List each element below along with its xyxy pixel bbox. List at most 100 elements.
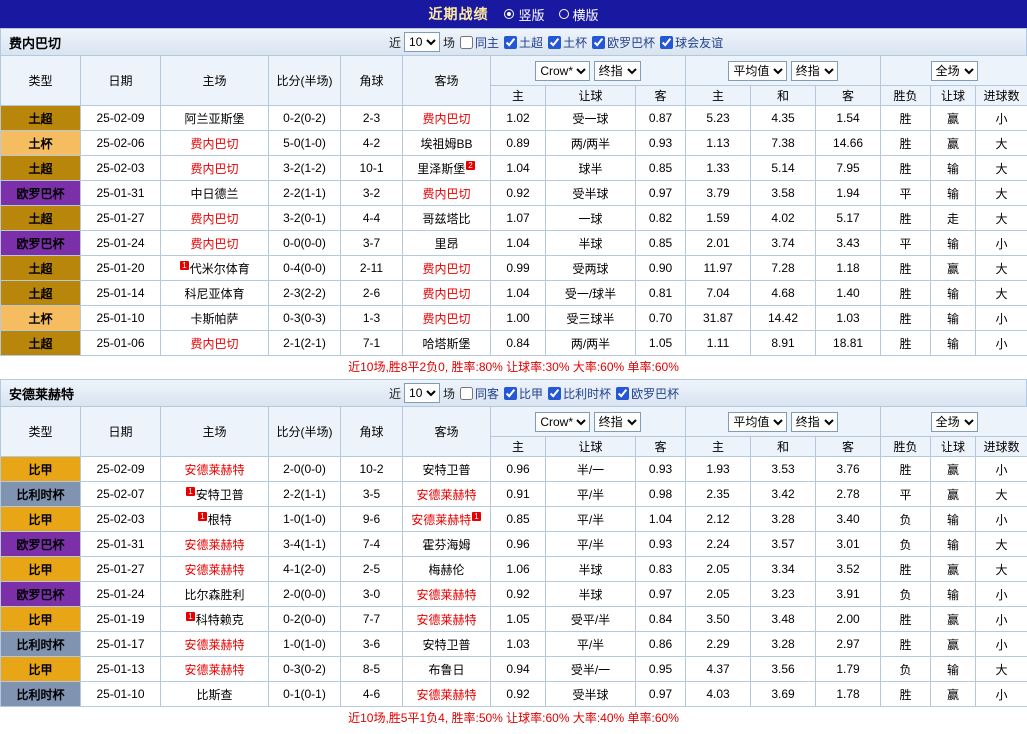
score-cell: 0-1(0-1) xyxy=(269,682,341,707)
match-row: 比利时杯25-02-071安特卫普2-2(1-1)3-5安德莱赫特0.91平/半… xyxy=(1,482,1027,507)
league-filter-1-checkbox[interactable] xyxy=(548,387,561,400)
avg-draw-cell: 3.28 xyxy=(751,632,816,657)
corner-cell: 7-7 xyxy=(341,607,403,632)
radio-vertical-view[interactable]: 竖版 xyxy=(504,5,544,24)
goals-result-cell: 大 xyxy=(976,256,1027,281)
odds-away-cell: 1.04 xyxy=(636,507,686,532)
goals-result-cell: 小 xyxy=(976,632,1027,657)
scope-select[interactable]: 全场 xyxy=(931,412,978,432)
odds-home-cell: 1.03 xyxy=(491,632,546,657)
avg-home-cell: 1.33 xyxy=(686,156,751,181)
league-filter-0[interactable]: 土超 xyxy=(504,34,543,51)
odds-source-select[interactable]: Crow* xyxy=(535,61,590,81)
sub-avg-home-header: 主 xyxy=(686,86,751,106)
handicap-cell: 受两球 xyxy=(546,256,636,281)
handicap-cell: 半球 xyxy=(546,231,636,256)
odds-away-cell: 0.85 xyxy=(636,231,686,256)
odds-group-header: Crow* 终指 xyxy=(491,407,686,437)
home-team-cell: 阿兰亚斯堡 xyxy=(161,106,269,131)
match-result-cell: 平 xyxy=(881,181,931,206)
match-date: 25-01-14 xyxy=(81,281,161,306)
odds-source-select[interactable]: Crow* xyxy=(535,412,590,432)
team-name: 费内巴切 xyxy=(190,337,238,351)
team-name: 根特 xyxy=(208,513,232,527)
odds-stage-select[interactable]: 终指 xyxy=(594,412,641,432)
handicap-result-cell: 输 xyxy=(931,306,976,331)
avg-group-header: 平均值 终指 xyxy=(686,407,881,437)
league-filter-0[interactable]: 比甲 xyxy=(504,385,543,402)
away-team-cell: 安德莱赫特1 xyxy=(403,507,491,532)
league-filter-2-checkbox[interactable] xyxy=(592,36,605,49)
same-venue-filter-checkbox[interactable] xyxy=(460,36,473,49)
games-label: 场 xyxy=(443,34,455,51)
goals-result-cell: 大 xyxy=(976,557,1027,582)
team-name: 埃祖姆BB xyxy=(420,137,472,151)
league-filter-2-checkbox[interactable] xyxy=(616,387,629,400)
avg-draw-cell: 3.56 xyxy=(751,657,816,682)
match-row: 比甲25-01-13安德莱赫特0-3(0-2)8-5布鲁日0.94受半/一0.9… xyxy=(1,657,1027,682)
handicap-cell: 受三球半 xyxy=(546,306,636,331)
league-type-badge: 土超 xyxy=(1,106,81,131)
corner-cell: 4-6 xyxy=(341,682,403,707)
team-name: 安德莱赫特 xyxy=(416,613,476,627)
home-team-cell: 费内巴切 xyxy=(161,331,269,356)
odds-home-cell: 1.04 xyxy=(491,231,546,256)
avg-stage-select[interactable]: 终指 xyxy=(791,61,838,81)
league-filter-2[interactable]: 欧罗巴杯 xyxy=(616,385,679,402)
league-filter-1[interactable]: 比利时杯 xyxy=(548,385,611,402)
league-filter-2[interactable]: 欧罗巴杯 xyxy=(592,34,655,51)
team-name: 科尼亚体育 xyxy=(184,287,244,301)
corner-cell: 3-5 xyxy=(341,482,403,507)
corner-cell: 2-11 xyxy=(341,256,403,281)
away-team-cell: 安德莱赫特 xyxy=(403,582,491,607)
match-date: 25-01-27 xyxy=(81,557,161,582)
same-venue-filter[interactable]: 同主 xyxy=(460,34,499,51)
league-filter-0-checkbox[interactable] xyxy=(504,36,517,49)
scope-group-header: 全场 xyxy=(881,407,1027,437)
avg-away-cell: 3.52 xyxy=(816,557,881,582)
team-name: 哈塔斯堡 xyxy=(422,337,470,351)
home-team-cell: 费内巴切 xyxy=(161,206,269,231)
avg-home-cell: 31.87 xyxy=(686,306,751,331)
handicap-result-cell: 赢 xyxy=(931,256,976,281)
radio-horizontal-view[interactable]: 横版 xyxy=(559,5,599,24)
away-team-cell: 安德莱赫特 xyxy=(403,607,491,632)
same-venue-filter[interactable]: 同客 xyxy=(460,385,499,402)
avg-home-cell: 1.13 xyxy=(686,131,751,156)
team-name: 费内巴切 xyxy=(422,262,470,276)
home-team-cell: 费内巴切 xyxy=(161,156,269,181)
league-filter-1[interactable]: 土杯 xyxy=(548,34,587,51)
away-team-cell: 哈塔斯堡 xyxy=(403,331,491,356)
avg-draw-cell: 8.91 xyxy=(751,331,816,356)
odds-home-cell: 0.92 xyxy=(491,682,546,707)
handicap-cell: 受一球 xyxy=(546,106,636,131)
team-name: 费内巴切 xyxy=(422,187,470,201)
odds-home-cell: 0.84 xyxy=(491,331,546,356)
scope-select[interactable]: 全场 xyxy=(931,61,978,81)
avg-away-cell: 18.81 xyxy=(816,331,881,356)
avg-type-select[interactable]: 平均值 xyxy=(728,412,787,432)
league-filter-0-checkbox[interactable] xyxy=(504,387,517,400)
same-venue-filter-label: 同主 xyxy=(475,34,499,51)
team-name: 安德莱赫特 xyxy=(416,688,476,702)
score-cell: 3-2(1-2) xyxy=(269,156,341,181)
away-team-cell: 费内巴切 xyxy=(403,181,491,206)
odds-stage-select[interactable]: 终指 xyxy=(594,61,641,81)
avg-draw-cell: 7.28 xyxy=(751,256,816,281)
col-home-header: 主场 xyxy=(161,56,269,106)
avg-type-select[interactable]: 平均值 xyxy=(728,61,787,81)
match-row: 土超25-01-06费内巴切2-1(2-1)7-1哈塔斯堡0.84两/两半1.0… xyxy=(1,331,1027,356)
same-venue-filter-checkbox[interactable] xyxy=(460,387,473,400)
recent-count-select[interactable]: 10 xyxy=(404,32,440,52)
avg-stage-select[interactable]: 终指 xyxy=(791,412,838,432)
handicap-result-cell: 输 xyxy=(931,231,976,256)
avg-draw-cell: 3.58 xyxy=(751,181,816,206)
league-filter-3-checkbox[interactable] xyxy=(660,36,673,49)
summary-line: 近10场,胜5平1负4, 胜率:50% 让球率:60% 大率:40% 单率:60… xyxy=(0,707,1027,730)
league-filter-1-checkbox[interactable] xyxy=(548,36,561,49)
match-row: 比甲25-02-031根特1-0(1-0)9-6安德莱赫特10.85平/半1.0… xyxy=(1,507,1027,532)
recent-count-select[interactable]: 10 xyxy=(404,383,440,403)
league-type-badge: 土超 xyxy=(1,256,81,281)
league-filter-3[interactable]: 球会友谊 xyxy=(660,34,723,51)
score-cell: 1-0(1-0) xyxy=(269,507,341,532)
